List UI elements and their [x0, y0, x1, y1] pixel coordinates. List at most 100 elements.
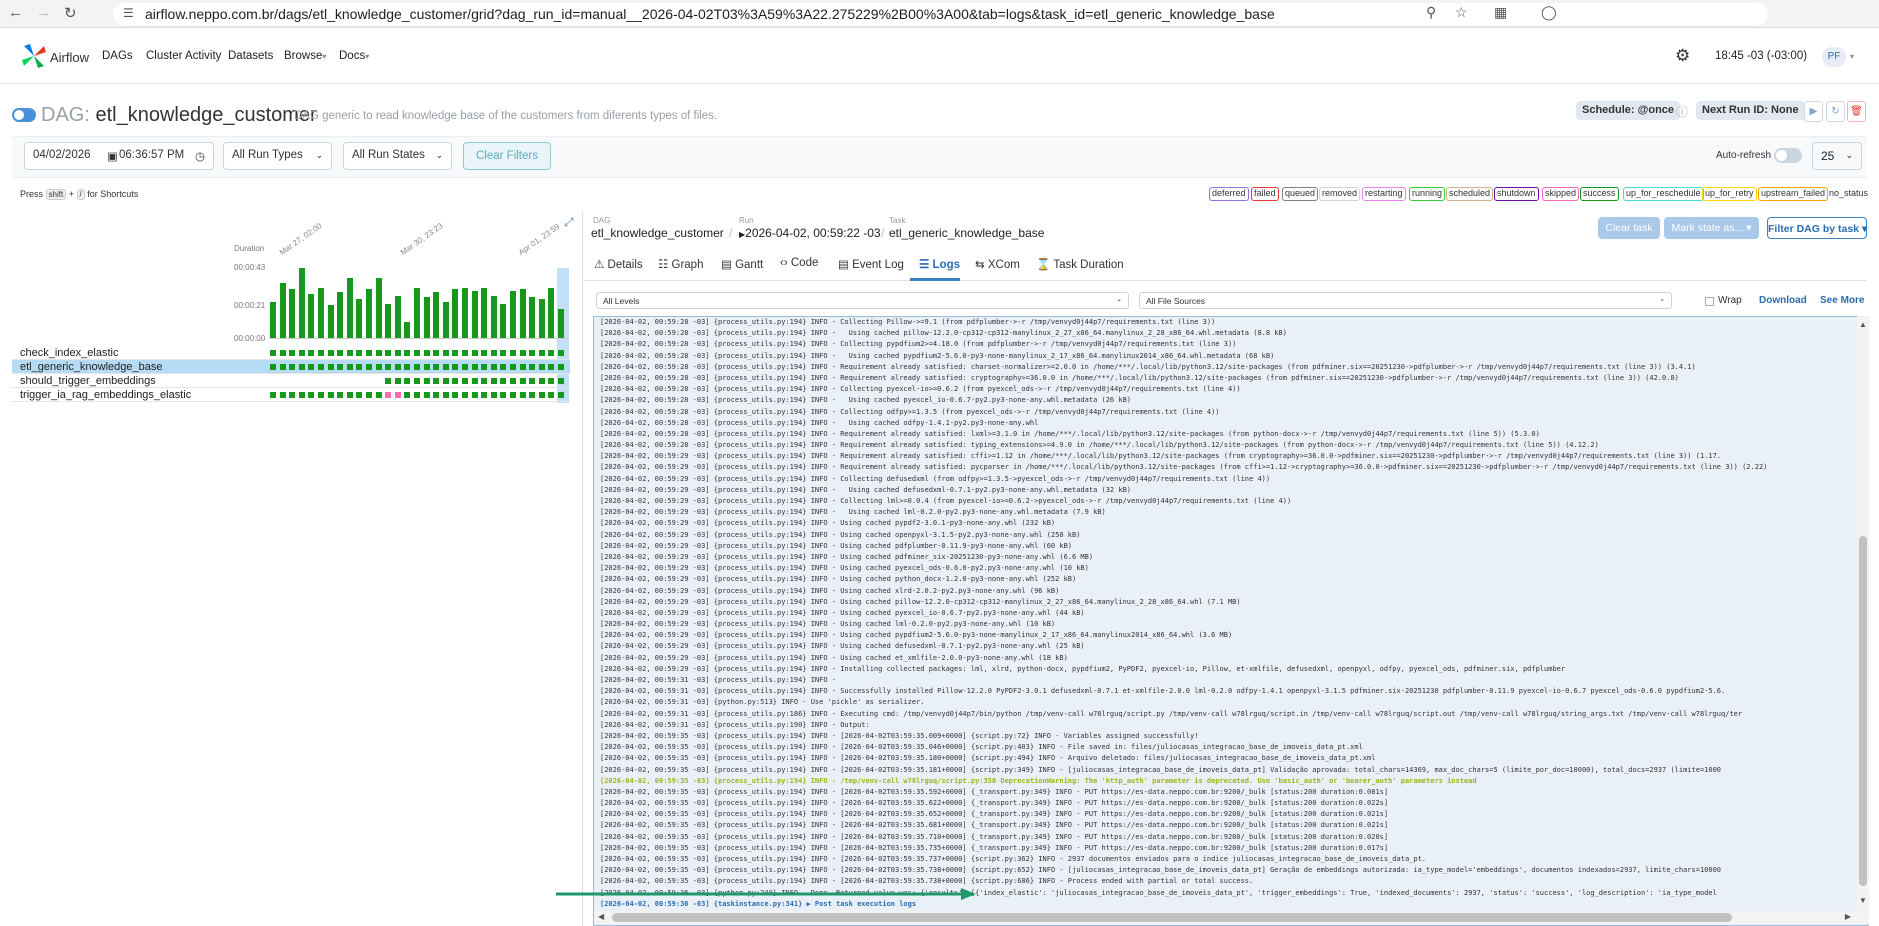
run-states-select[interactable]: All Run States ⌄: [343, 142, 452, 170]
task-instance-status[interactable]: [500, 350, 507, 356]
task-instance-status[interactable]: [337, 350, 344, 356]
task-instance-status[interactable]: [414, 364, 420, 370]
nav-docs[interactable]: Docs▾: [339, 50, 369, 62]
filter-dag-by-task-button[interactable]: Filter DAG by task ▾: [1767, 217, 1867, 239]
zoom-icon[interactable]: ⚲: [1426, 4, 1436, 21]
run-duration-bar[interactable]: [298, 268, 305, 338]
breadcrumb-run[interactable]: ▶2026-04-02, 00:59:22 -03: [739, 226, 881, 240]
task-instance-status[interactable]: [289, 350, 296, 356]
task-instance-status[interactable]: [327, 350, 334, 356]
task-instance-status[interactable]: [279, 392, 286, 398]
task-instance-status[interactable]: [270, 364, 276, 370]
task-instance-status[interactable]: [375, 350, 382, 356]
task-instance-status[interactable]: [366, 350, 372, 356]
run-duration-bar[interactable]: [490, 295, 497, 338]
log-horizontal-scrollbar[interactable]: ◀ ▶: [594, 911, 1869, 924]
legend-no-status[interactable]: no_status: [1826, 187, 1871, 201]
legend-running[interactable]: running: [1409, 187, 1446, 201]
task-instance-status[interactable]: [529, 378, 536, 384]
log-vertical-scrollbar[interactable]: [1857, 316, 1869, 911]
breadcrumb-dag[interactable]: etl_knowledge_customer: [591, 226, 724, 240]
task-instance-status[interactable]: [490, 392, 497, 398]
task-instance-status[interactable]: [538, 350, 545, 356]
task-instance-status[interactable]: [558, 350, 564, 356]
run-duration-bar[interactable]: [366, 289, 372, 338]
delete-dag-button[interactable]: 🗑: [1847, 101, 1866, 122]
task-instance-status[interactable]: [433, 378, 440, 384]
task-instance-status[interactable]: [490, 350, 497, 356]
task-instance-status[interactable]: [308, 364, 315, 370]
task-instance-status[interactable]: [529, 392, 536, 398]
run-duration-bar[interactable]: [318, 287, 324, 338]
dag-pause-toggle[interactable]: [12, 108, 36, 122]
parse-dag-button[interactable]: ↻: [1826, 101, 1845, 122]
task-instance-status[interactable]: [375, 392, 382, 398]
task-instance-status[interactable]: [538, 378, 545, 384]
profile-icon[interactable]: ◯: [1541, 4, 1557, 21]
timezone-clock[interactable]: 18:45 -03 (-03:00): [1715, 50, 1807, 62]
task-instance-status[interactable]: [529, 350, 536, 356]
scroll-left-icon[interactable]: ◀: [598, 912, 604, 921]
task-instance-status[interactable]: [366, 364, 372, 370]
task-instance-status[interactable]: [337, 364, 344, 370]
task-instance-status[interactable]: [375, 364, 382, 370]
task-instance-status[interactable]: [471, 364, 478, 370]
task-instance-status[interactable]: [356, 350, 363, 356]
task-instance-status[interactable]: [471, 378, 478, 384]
airflow-logo-icon[interactable]: [20, 42, 48, 70]
run-duration-bar[interactable]: [433, 292, 440, 338]
task-instance-status[interactable]: [414, 350, 420, 356]
task-instance-status[interactable]: [308, 350, 315, 356]
task-instance-status[interactable]: [442, 392, 449, 398]
task-instance-status[interactable]: [270, 392, 276, 398]
task-instance-status[interactable]: [404, 378, 411, 384]
task-instance-status[interactable]: [279, 350, 286, 356]
task-instance-status[interactable]: [346, 364, 353, 370]
see-more-link[interactable]: See More: [1820, 295, 1864, 306]
task-instance-status[interactable]: [385, 392, 392, 398]
wrap-checkbox[interactable]: [1705, 297, 1714, 306]
clear-task-button[interactable]: Clear task: [1598, 217, 1660, 239]
scroll-down-icon[interactable]: ▼: [1859, 896, 1867, 905]
gear-icon[interactable]: ⚙: [1675, 46, 1690, 66]
task-instance-status[interactable]: [423, 364, 430, 370]
tab-task-duration[interactable]: ⌛ Task Duration: [1036, 257, 1124, 271]
run-count-select[interactable]: 25 ⌄: [1812, 142, 1862, 170]
run-duration-bar[interactable]: [346, 277, 353, 338]
task-instance-status[interactable]: [404, 364, 411, 370]
task-instance-status[interactable]: [529, 364, 536, 370]
task-instance-status[interactable]: [366, 392, 372, 398]
task-instance-status[interactable]: [490, 364, 497, 370]
task-instance-status[interactable]: [318, 364, 324, 370]
back-icon[interactable]: ←: [8, 4, 23, 21]
task-instance-status[interactable]: [558, 392, 564, 398]
scroll-right-icon[interactable]: ▶: [1845, 912, 1851, 921]
task-name[interactable]: trigger_ia_rag_embeddings_elastic: [20, 389, 191, 401]
task-instance-status[interactable]: [318, 350, 324, 356]
legend-queued[interactable]: queued: [1282, 187, 1319, 201]
task-instance-status[interactable]: [270, 350, 276, 356]
task-instance-status[interactable]: [462, 364, 468, 370]
trigger-dag-button[interactable]: ▶: [1804, 101, 1823, 122]
task-instance-status[interactable]: [548, 378, 555, 384]
task-instance-status[interactable]: [442, 378, 449, 384]
bookmark-star-icon[interactable]: ☆: [1455, 4, 1468, 21]
run-duration-bar[interactable]: [510, 290, 516, 338]
task-instance-status[interactable]: [558, 364, 564, 370]
tab-graph[interactable]: ☷ Graph: [658, 257, 703, 271]
calendar-icon[interactable]: ▣: [107, 149, 118, 163]
reload-icon[interactable]: ↻: [64, 4, 77, 22]
task-instance-status[interactable]: [356, 392, 363, 398]
scroll-thumb[interactable]: [1859, 536, 1867, 886]
run-duration-bar[interactable]: [481, 287, 488, 338]
task-instance-status[interactable]: [404, 350, 411, 356]
task-instance-status[interactable]: [385, 350, 392, 356]
tab-event-log[interactable]: ▤ Event Log: [838, 257, 904, 271]
task-instance-status[interactable]: [289, 392, 296, 398]
task-instance-status[interactable]: [462, 392, 468, 398]
tab-xcom[interactable]: ⇆ XCom: [975, 257, 1020, 271]
task-instance-status[interactable]: [538, 364, 545, 370]
tab-logs[interactable]: ☰ Logs: [919, 257, 960, 271]
mark-state-button[interactable]: Mark state as... ▾: [1664, 217, 1759, 239]
clear-filters-button[interactable]: Clear Filters: [463, 142, 551, 170]
